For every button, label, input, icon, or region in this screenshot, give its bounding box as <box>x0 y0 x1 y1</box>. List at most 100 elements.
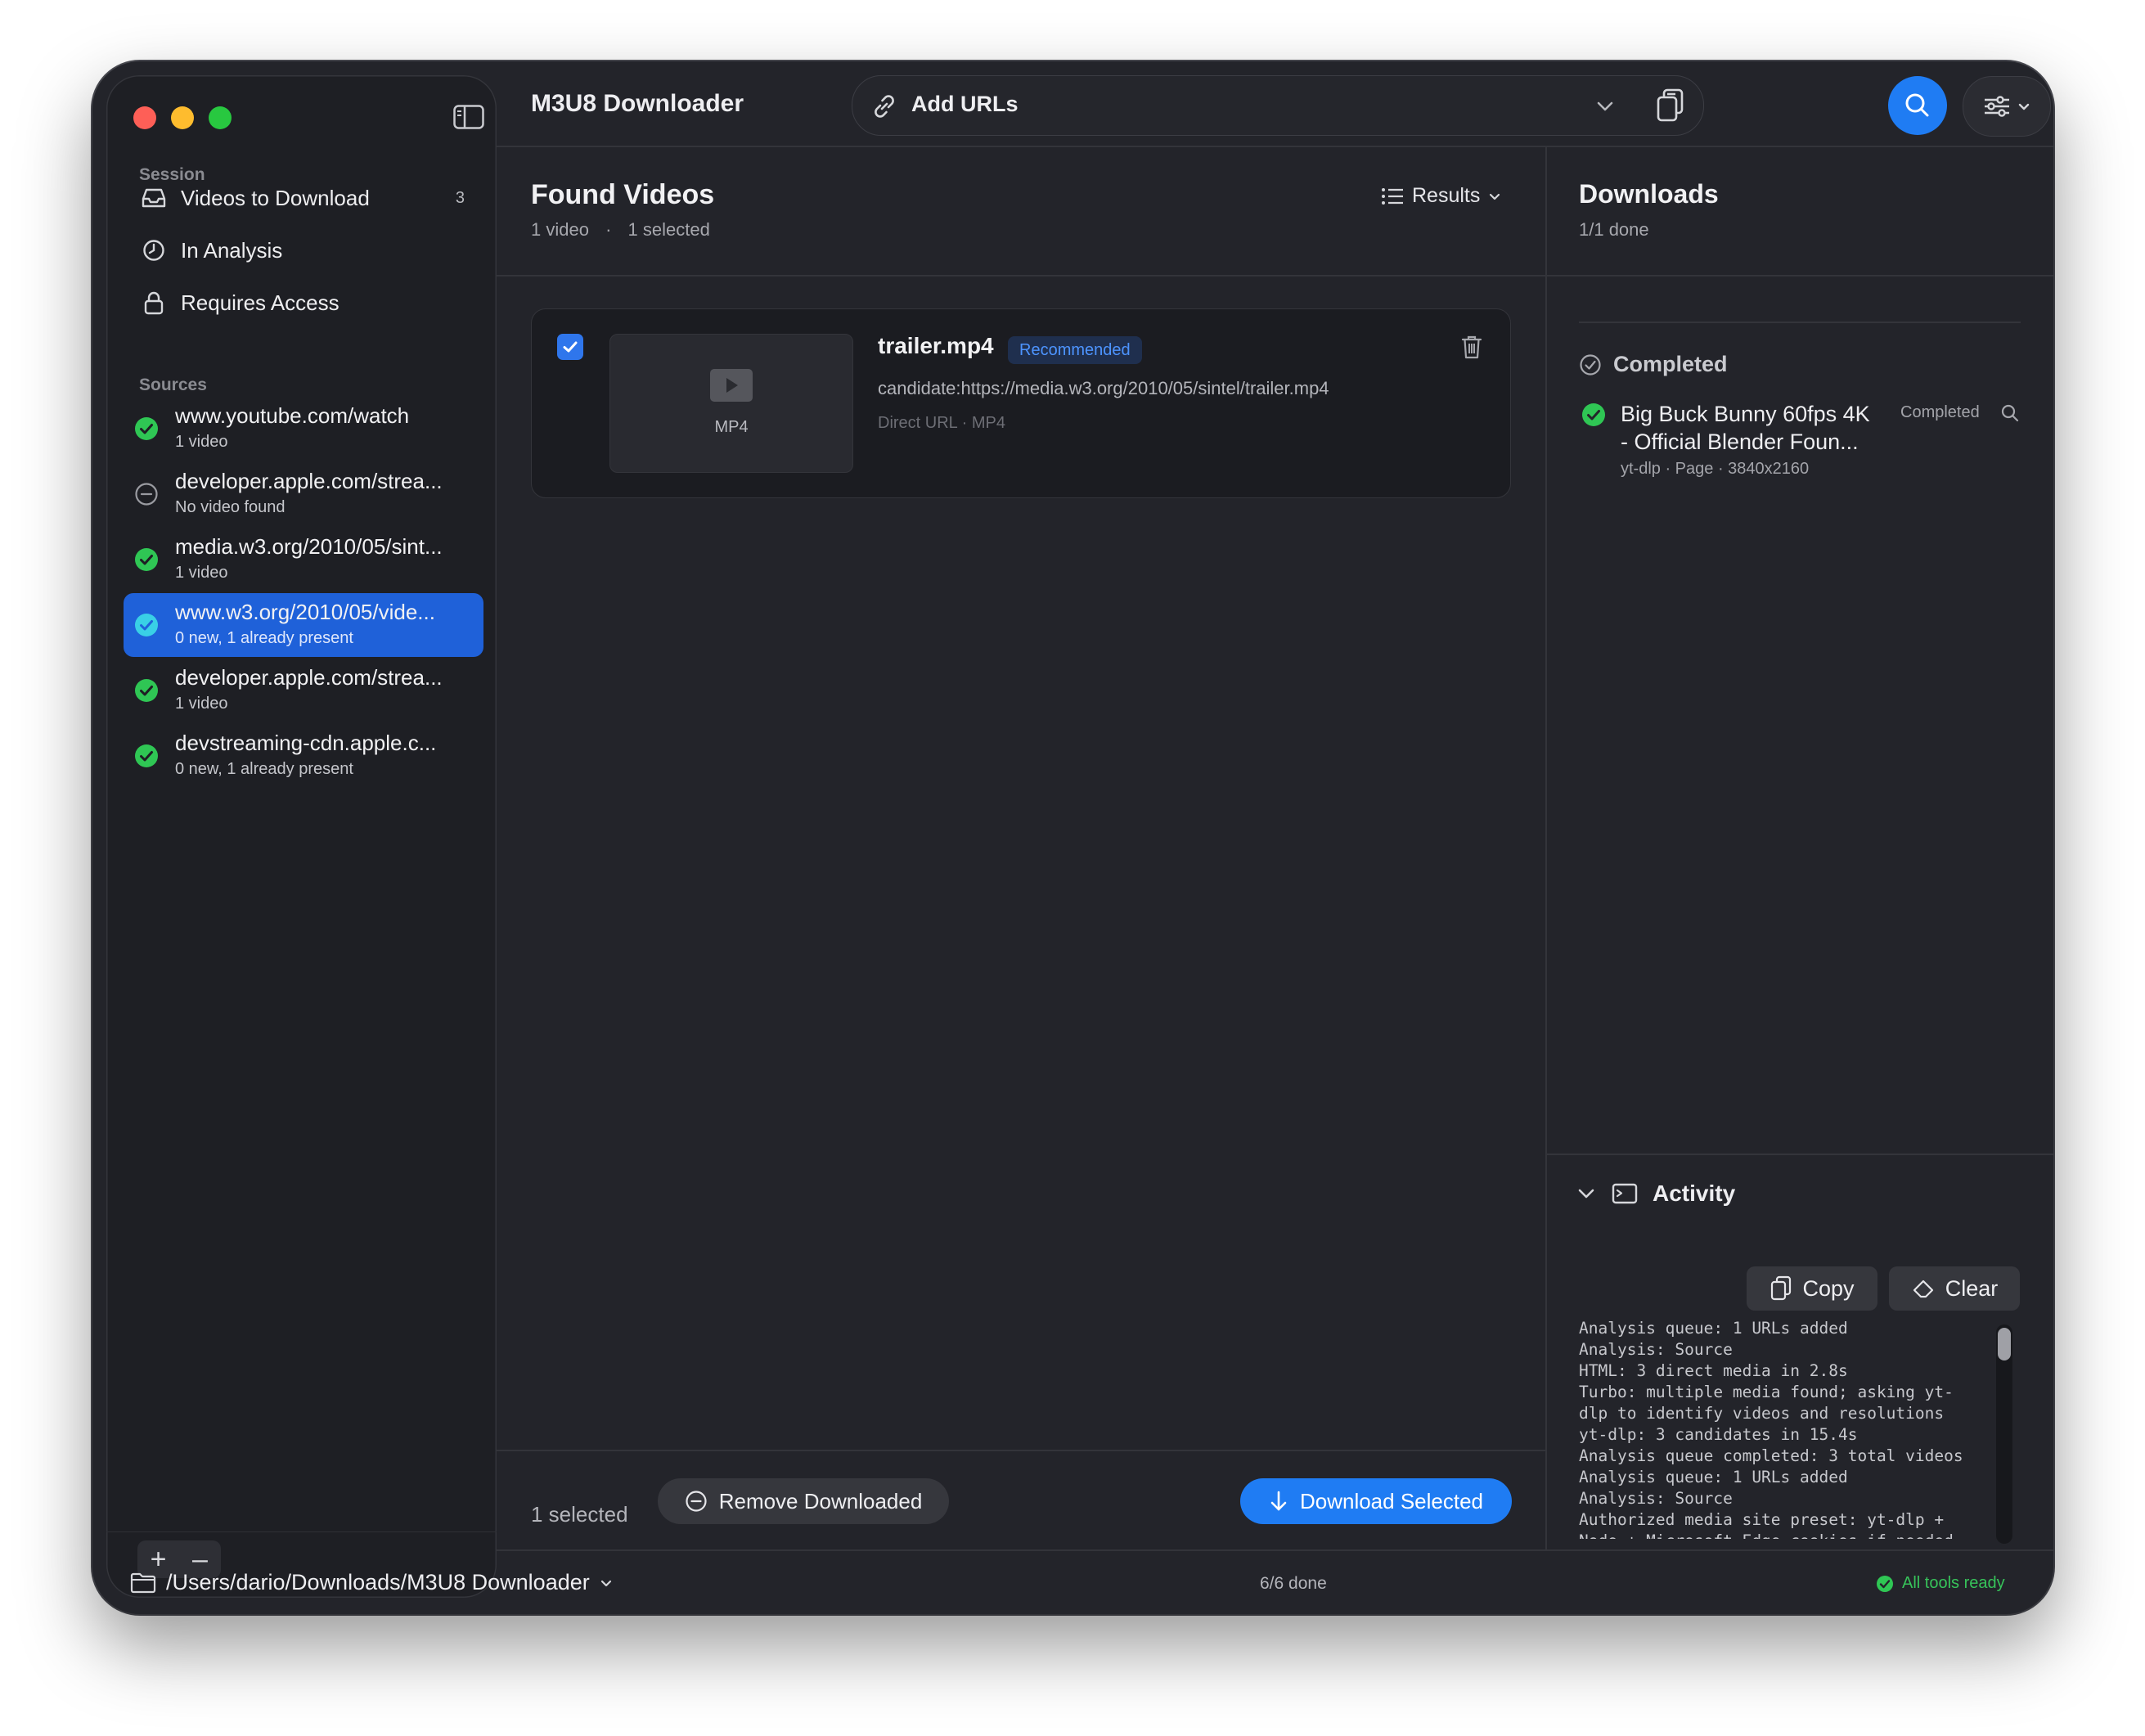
paste-clipboard-icon[interactable] <box>1654 88 1687 124</box>
source-status: 0 new, 1 already present <box>175 629 353 647</box>
arrow-down-icon <box>1270 1491 1287 1511</box>
sidebar-item-label: Requires Access <box>181 290 340 315</box>
activity-scrollbar-thumb[interactable] <box>1998 1328 2011 1360</box>
sidebar-item-label: Videos to Download <box>181 185 370 210</box>
download-item-name[interactable]: Big Buck Bunny 60fps 4K - Official Blend… <box>1621 400 1882 456</box>
video-card[interactable]: MP4 trailer.mp4 Recommended candidate:ht… <box>531 308 1511 498</box>
sliders-icon <box>1985 96 2009 117</box>
source-item[interactable]: developer.apple.com/strea... No video fo… <box>124 462 483 526</box>
sidebar-toggle-icon[interactable] <box>453 105 484 129</box>
remove-downloaded-button[interactable]: Remove Downloaded <box>658 1478 949 1524</box>
found-videos-title: Found Videos <box>531 179 715 210</box>
source-status: No video found <box>175 498 286 516</box>
source-name: media.w3.org/2010/05/sint... <box>175 534 443 559</box>
sidebar-item-in-analysis[interactable]: In Analysis <box>125 227 483 274</box>
found-footer-divider <box>497 1450 1545 1451</box>
download-selected-button[interactable]: Download Selected <box>1240 1478 1512 1524</box>
panel-divider <box>1545 146 1547 1549</box>
statusbar-divider <box>497 1549 2053 1551</box>
minus-circle-icon <box>135 483 158 506</box>
source-item-selected[interactable]: www.w3.org/2010/05/vide... 0 new, 1 alre… <box>124 593 483 657</box>
source-name: devstreaming-cdn.apple.c... <box>175 731 437 755</box>
minimize-window-button[interactable] <box>171 106 194 129</box>
source-name: www.w3.org/2010/05/vide... <box>175 600 435 624</box>
tools-status-label: All tools ready <box>1902 1574 2005 1592</box>
copy-icon <box>1771 1275 1792 1301</box>
success-check-icon <box>135 679 158 702</box>
folder-icon <box>130 1572 156 1593</box>
download-item-meta: yt-dlp · Page · 3840x2160 <box>1621 460 1810 478</box>
summary-separator: · <box>605 219 612 240</box>
zoom-window-button[interactable] <box>209 106 232 129</box>
trash-icon[interactable] <box>1460 334 1483 360</box>
video-filename: trailer.mp4 <box>878 333 994 358</box>
source-name: www.youtube.com/watch <box>175 403 410 428</box>
search-button[interactable] <box>1888 76 1947 135</box>
activity-title: Activity <box>1653 1181 1736 1206</box>
source-item[interactable]: devstreaming-cdn.apple.c... 0 new, 1 alr… <box>124 724 483 788</box>
settings-menu-button[interactable] <box>1963 76 2051 137</box>
source-status: 1 video <box>175 695 228 713</box>
source-item[interactable]: developer.apple.com/strea... 1 video <box>124 659 483 722</box>
app-title: M3U8 Downloader <box>531 90 744 117</box>
source-status: 0 new, 1 already present <box>175 760 353 778</box>
sidebar: Session Videos to Download 3 In Analysis… <box>106 75 497 1598</box>
lock-icon <box>140 289 168 317</box>
completed-group-label: Completed <box>1613 352 1728 376</box>
log-line: Turbo: multiple media found; asking yt- <box>1579 1383 1954 1401</box>
app-window: Session Videos to Download 3 In Analysis… <box>92 61 2053 1614</box>
chevron-down-icon[interactable] <box>1593 94 1617 119</box>
download-item-status: Completed <box>1900 403 1980 421</box>
recommended-badge: Recommended <box>1008 336 1142 364</box>
clock-icon <box>140 236 168 264</box>
log-line: Analysis queue completed: 3 total videos <box>1579 1446 1963 1465</box>
format-label: MP4 <box>714 418 749 436</box>
video-select-checkbox[interactable] <box>557 334 583 360</box>
chevron-down-icon <box>2018 103 2030 110</box>
download-folder-path: /Users/dario/Downloads/M3U8 Downloader <box>166 1570 590 1594</box>
reveal-magnifier-icon[interactable] <box>2000 403 2020 423</box>
minus-circle-icon <box>686 1491 707 1512</box>
video-thumbnail: MP4 <box>609 334 853 473</box>
link-icon <box>875 95 894 118</box>
clear-label: Clear <box>1945 1275 1999 1301</box>
success-check-icon <box>135 614 158 636</box>
results-menu-button[interactable]: Results <box>1381 184 1501 208</box>
toolbar-divider <box>497 146 2053 147</box>
terminal-icon <box>1612 1183 1638 1204</box>
sidebar-item-requires-access[interactable]: Requires Access <box>125 279 483 326</box>
log-line: dlp to identify videos and resolutions <box>1579 1404 1945 1423</box>
log-line: Analysis: Source <box>1579 1340 1733 1359</box>
results-label: Results <box>1412 184 1481 207</box>
videos-count-badge: 3 <box>455 188 465 207</box>
source-status: 1 video <box>175 564 228 582</box>
log-line: Analysis queue: 1 URLs added <box>1579 1319 1848 1338</box>
add-urls-label: Add URLs <box>911 92 1019 116</box>
found-header-divider <box>497 275 1545 277</box>
completed-group-header: Completed <box>1579 352 1728 377</box>
log-line: yt-dlp: 3 candidates in 15.4s <box>1579 1425 1858 1444</box>
source-name: developer.apple.com/strea... <box>175 469 443 493</box>
search-icon <box>1905 93 1929 117</box>
log-line: Node + Microsoft Edge cookies if needed <box>1579 1531 1988 1539</box>
sidebar-item-videos-to-download[interactable]: Videos to Download 3 <box>125 174 483 222</box>
activity-header[interactable]: Activity <box>1576 1181 1735 1207</box>
add-urls-field[interactable]: Add URLs <box>852 75 1704 136</box>
download-folder-selector[interactable]: /Users/dario/Downloads/M3U8 Downloader <box>130 1570 613 1595</box>
log-line: Analysis: Source <box>1579 1489 1733 1508</box>
clear-log-button[interactable]: Clear <box>1889 1266 2020 1311</box>
success-check-icon <box>135 744 158 767</box>
download-selected-label: Download Selected <box>1299 1488 1484 1513</box>
source-item[interactable]: www.youtube.com/watch 1 video <box>124 397 483 461</box>
copy-log-button[interactable]: Copy <box>1747 1266 1877 1311</box>
success-check-icon <box>135 417 158 440</box>
tray-icon <box>140 184 168 212</box>
close-window-button[interactable] <box>133 106 156 129</box>
copy-label: Copy <box>1802 1275 1855 1301</box>
downloads-header-divider <box>1546 275 2053 277</box>
video-meta: Direct URL · MP4 <box>878 414 1005 432</box>
source-item[interactable]: media.w3.org/2010/05/sint... 1 video <box>124 528 483 591</box>
downloads-subtitle: 1/1 done <box>1579 219 1649 240</box>
check-circle-icon <box>1580 353 1601 376</box>
sidebar-item-label: In Analysis <box>181 237 283 263</box>
